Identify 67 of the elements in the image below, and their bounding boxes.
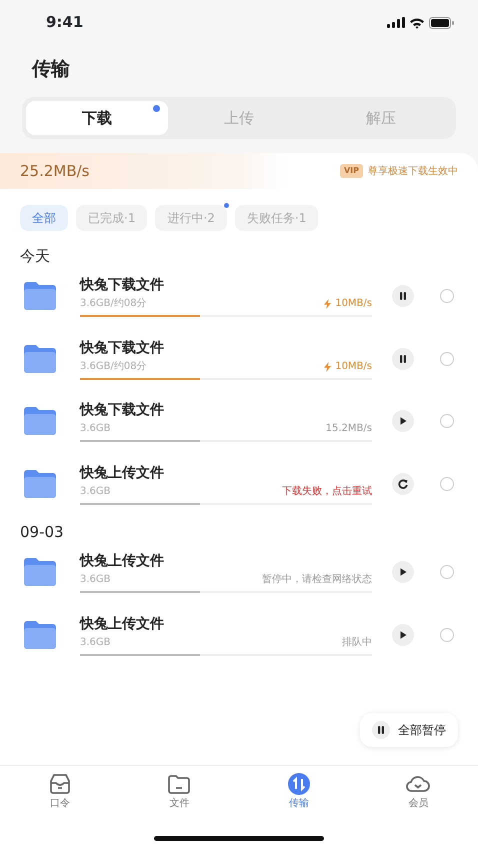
- folder-icon: [22, 557, 58, 588]
- status-text: 15.2MB/s: [326, 422, 372, 436]
- file-name: 快兔下载文件: [80, 338, 165, 358]
- signal-icon: [387, 17, 405, 28]
- file-size: 3.6GB/约08分: [80, 360, 147, 374]
- filter-chip[interactable]: 失败任务·1: [234, 205, 318, 231]
- filter-chip[interactable]: 进行中·2: [155, 205, 227, 231]
- pause-button[interactable]: [392, 348, 414, 370]
- pause-icon: [398, 291, 408, 302]
- play-button[interactable]: [392, 624, 414, 646]
- nav-tab[interactable]: 会员: [358, 766, 478, 850]
- nav-tab[interactable]: 口令: [0, 766, 120, 850]
- pause-icon: [398, 354, 408, 364]
- play-button[interactable]: [392, 410, 414, 432]
- play-icon: [398, 630, 408, 640]
- speed-text: 25.2MB/s: [20, 160, 90, 182]
- nav-tab[interactable]: 文件: [120, 766, 239, 850]
- folder-icon: [22, 406, 58, 436]
- select-radio[interactable]: [440, 565, 454, 580]
- file-name: 快兔下载文件: [80, 276, 165, 296]
- select-radio[interactable]: [440, 628, 454, 642]
- pause-icon: [376, 725, 386, 735]
- filter-chip[interactable]: 已完成·1: [76, 205, 148, 231]
- file-name: 快兔上传文件: [80, 614, 165, 634]
- status-text: 10MB/s: [335, 360, 372, 374]
- lightning-icon: [324, 362, 332, 372]
- select-radio[interactable]: [440, 352, 454, 366]
- folder-icon: [22, 620, 58, 650]
- lightning-icon: [324, 299, 332, 310]
- play-icon: [398, 567, 408, 578]
- section-heading: 09-03: [19, 522, 65, 541]
- file-name: 快兔上传文件: [80, 552, 165, 572]
- pause-all-button[interactable]: 全部暂停: [360, 713, 458, 747]
- folder-icon: [166, 772, 192, 796]
- filter-chip[interactable]: 全部: [20, 205, 68, 231]
- folder-icon: [22, 344, 58, 374]
- file-name: 快兔下载文件: [80, 401, 165, 420]
- refresh-icon: [398, 478, 408, 489]
- status-text: 排队中: [342, 636, 372, 650]
- section-heading: 今天: [19, 246, 51, 265]
- play-icon: [398, 416, 408, 426]
- status-text: 10MB/s: [335, 297, 372, 312]
- select-radio[interactable]: [440, 476, 454, 491]
- status-text: 下载失败，点击重试: [282, 484, 372, 499]
- status-text: 暂停中，请检查网络状态: [262, 573, 372, 588]
- play-button[interactable]: [392, 561, 414, 584]
- file-size: 3.6GB: [80, 484, 111, 499]
- tab[interactable]: 上传: [168, 101, 310, 135]
- retry-button[interactable]: [392, 472, 414, 495]
- file-size: 3.6GB/约08分: [80, 297, 147, 312]
- folder-icon: [22, 468, 58, 499]
- tab[interactable]: 下载: [26, 101, 168, 135]
- select-radio[interactable]: [440, 289, 454, 304]
- pause-button[interactable]: [392, 285, 414, 308]
- status-time: 9:41: [46, 12, 84, 34]
- tab[interactable]: 解压: [310, 101, 452, 135]
- file-name: 快兔上传文件: [80, 464, 165, 483]
- battery-icon: [429, 16, 454, 28]
- page-title: 传输: [30, 57, 71, 82]
- folder-icon: [22, 281, 58, 312]
- file-size: 3.6GB: [80, 422, 111, 436]
- vip-badge: VIP: [340, 164, 363, 178]
- file-size: 3.6GB: [80, 573, 111, 588]
- file-size: 3.6GB: [80, 636, 111, 650]
- vip-text: 尊享极速下载生效中: [368, 164, 458, 178]
- wifi-icon: [409, 16, 425, 28]
- select-radio[interactable]: [440, 414, 454, 428]
